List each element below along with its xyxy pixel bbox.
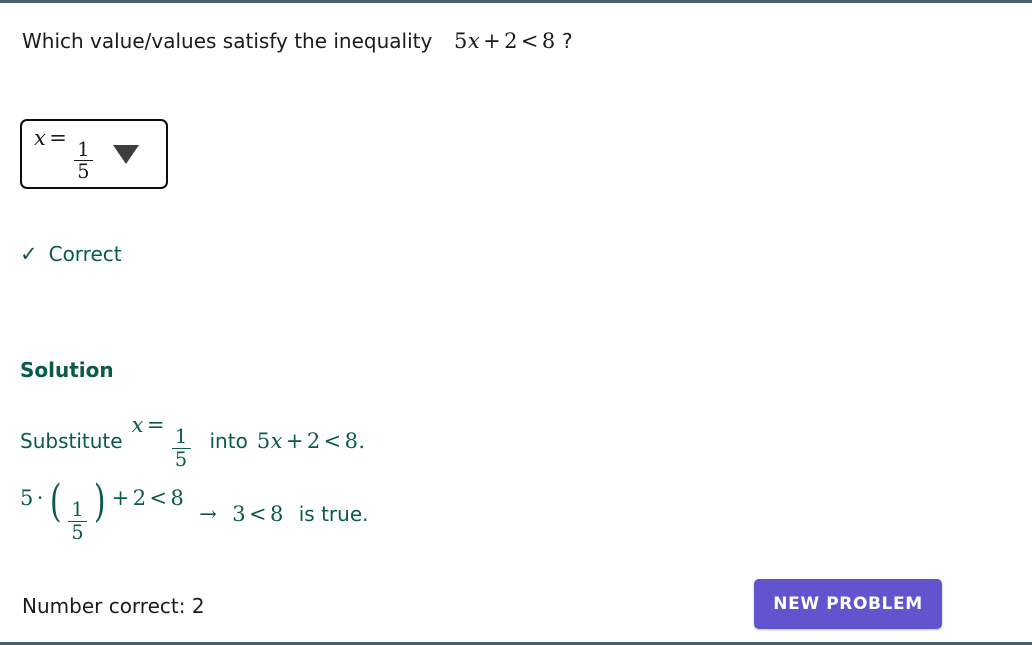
solution-heading: Solution (20, 358, 114, 382)
solution-line-2: 5 ·(1 5) +2 <8 → 3 <8 is true. (20, 476, 369, 544)
sol1-fraction: 15 (171, 424, 191, 470)
sol1-var2: x (270, 429, 283, 454)
question-prose: Which value/values satisfy the inequalit… (22, 29, 433, 53)
sol1-equals: = (146, 413, 165, 437)
question-text: Which value/values satisfy the inequalit… (22, 29, 573, 53)
expr-variable: x (467, 29, 481, 53)
sol2-relation: < (149, 486, 168, 510)
sol2-fraction: 15 (68, 497, 88, 543)
sol2-denominator: 5 (68, 520, 88, 543)
expr-constant: 2 (504, 29, 518, 53)
sol2-result-left: 3 (232, 502, 246, 527)
expr-plus: + (483, 29, 502, 53)
question-trailing: ? (561, 29, 573, 53)
sol1-numerator: 1 (174, 424, 188, 448)
sol2-factor: 5 (20, 486, 34, 510)
sol1-coefficient: 5 (256, 429, 271, 454)
sol2-result: 3 <8 (232, 502, 284, 526)
new-problem-button[interactable]: NEW PROBLEM (754, 579, 942, 629)
exercise-page: Which value/values satisfy the inequalit… (0, 0, 1032, 645)
answer-select-dropdown[interactable]: x = 1 5 (20, 119, 168, 189)
sol2-expression: 5 ·(1 5) +2 <8 (20, 476, 185, 544)
sol2-plus: + (111, 486, 130, 510)
sol1-bound: 8 (344, 429, 359, 454)
answer-equals: = (49, 125, 68, 150)
sol2-dot: · (36, 486, 44, 510)
answer-denominator: 5 (74, 160, 93, 182)
sol2-trailing: is true. (298, 502, 369, 527)
sol1-period: . (358, 429, 366, 454)
sol1-middle: into (209, 429, 248, 454)
chevron-down-icon[interactable] (112, 144, 139, 164)
answer-numerator: 1 (77, 137, 90, 161)
sol2-bound: 8 (170, 486, 185, 510)
sol1-variable: x (131, 413, 144, 437)
feedback-status: ✓ Correct (20, 242, 122, 266)
sol2-result-relation: < (248, 502, 267, 527)
answer-variable: x (34, 125, 47, 150)
solution-line-1: Substitute x = 1 5 into 5x +2 <8. (20, 413, 365, 470)
expr-relation: < (520, 29, 539, 53)
sol1-denominator: 5 (171, 447, 191, 470)
score-label: Number correct: 2 (22, 594, 205, 618)
expr-bound: 8 (541, 29, 556, 53)
sol1-constant: 2 (306, 429, 321, 454)
sol1-lead: Substitute (20, 429, 123, 454)
feedback-label: Correct (48, 242, 122, 266)
sol2-arrow-icon: → (199, 502, 218, 527)
check-icon: ✓ (20, 242, 38, 266)
sol1-expression: 5x +2 <8. (257, 429, 366, 453)
sol2-constant: 2 (132, 486, 147, 510)
sol2-numerator: 1 (71, 497, 85, 521)
question-expression: 5x +2 <8 (454, 29, 556, 53)
answer-fraction: 15 (74, 137, 93, 183)
sol1-substitution: x = 1 5 (132, 413, 195, 470)
sol2-result-right: 8 (269, 502, 284, 527)
sol1-plus: + (285, 429, 304, 454)
answer-select-value: x = 1 5 (34, 126, 97, 183)
expr-coefficient: 5 (454, 29, 468, 53)
sol1-relation: < (323, 429, 342, 454)
